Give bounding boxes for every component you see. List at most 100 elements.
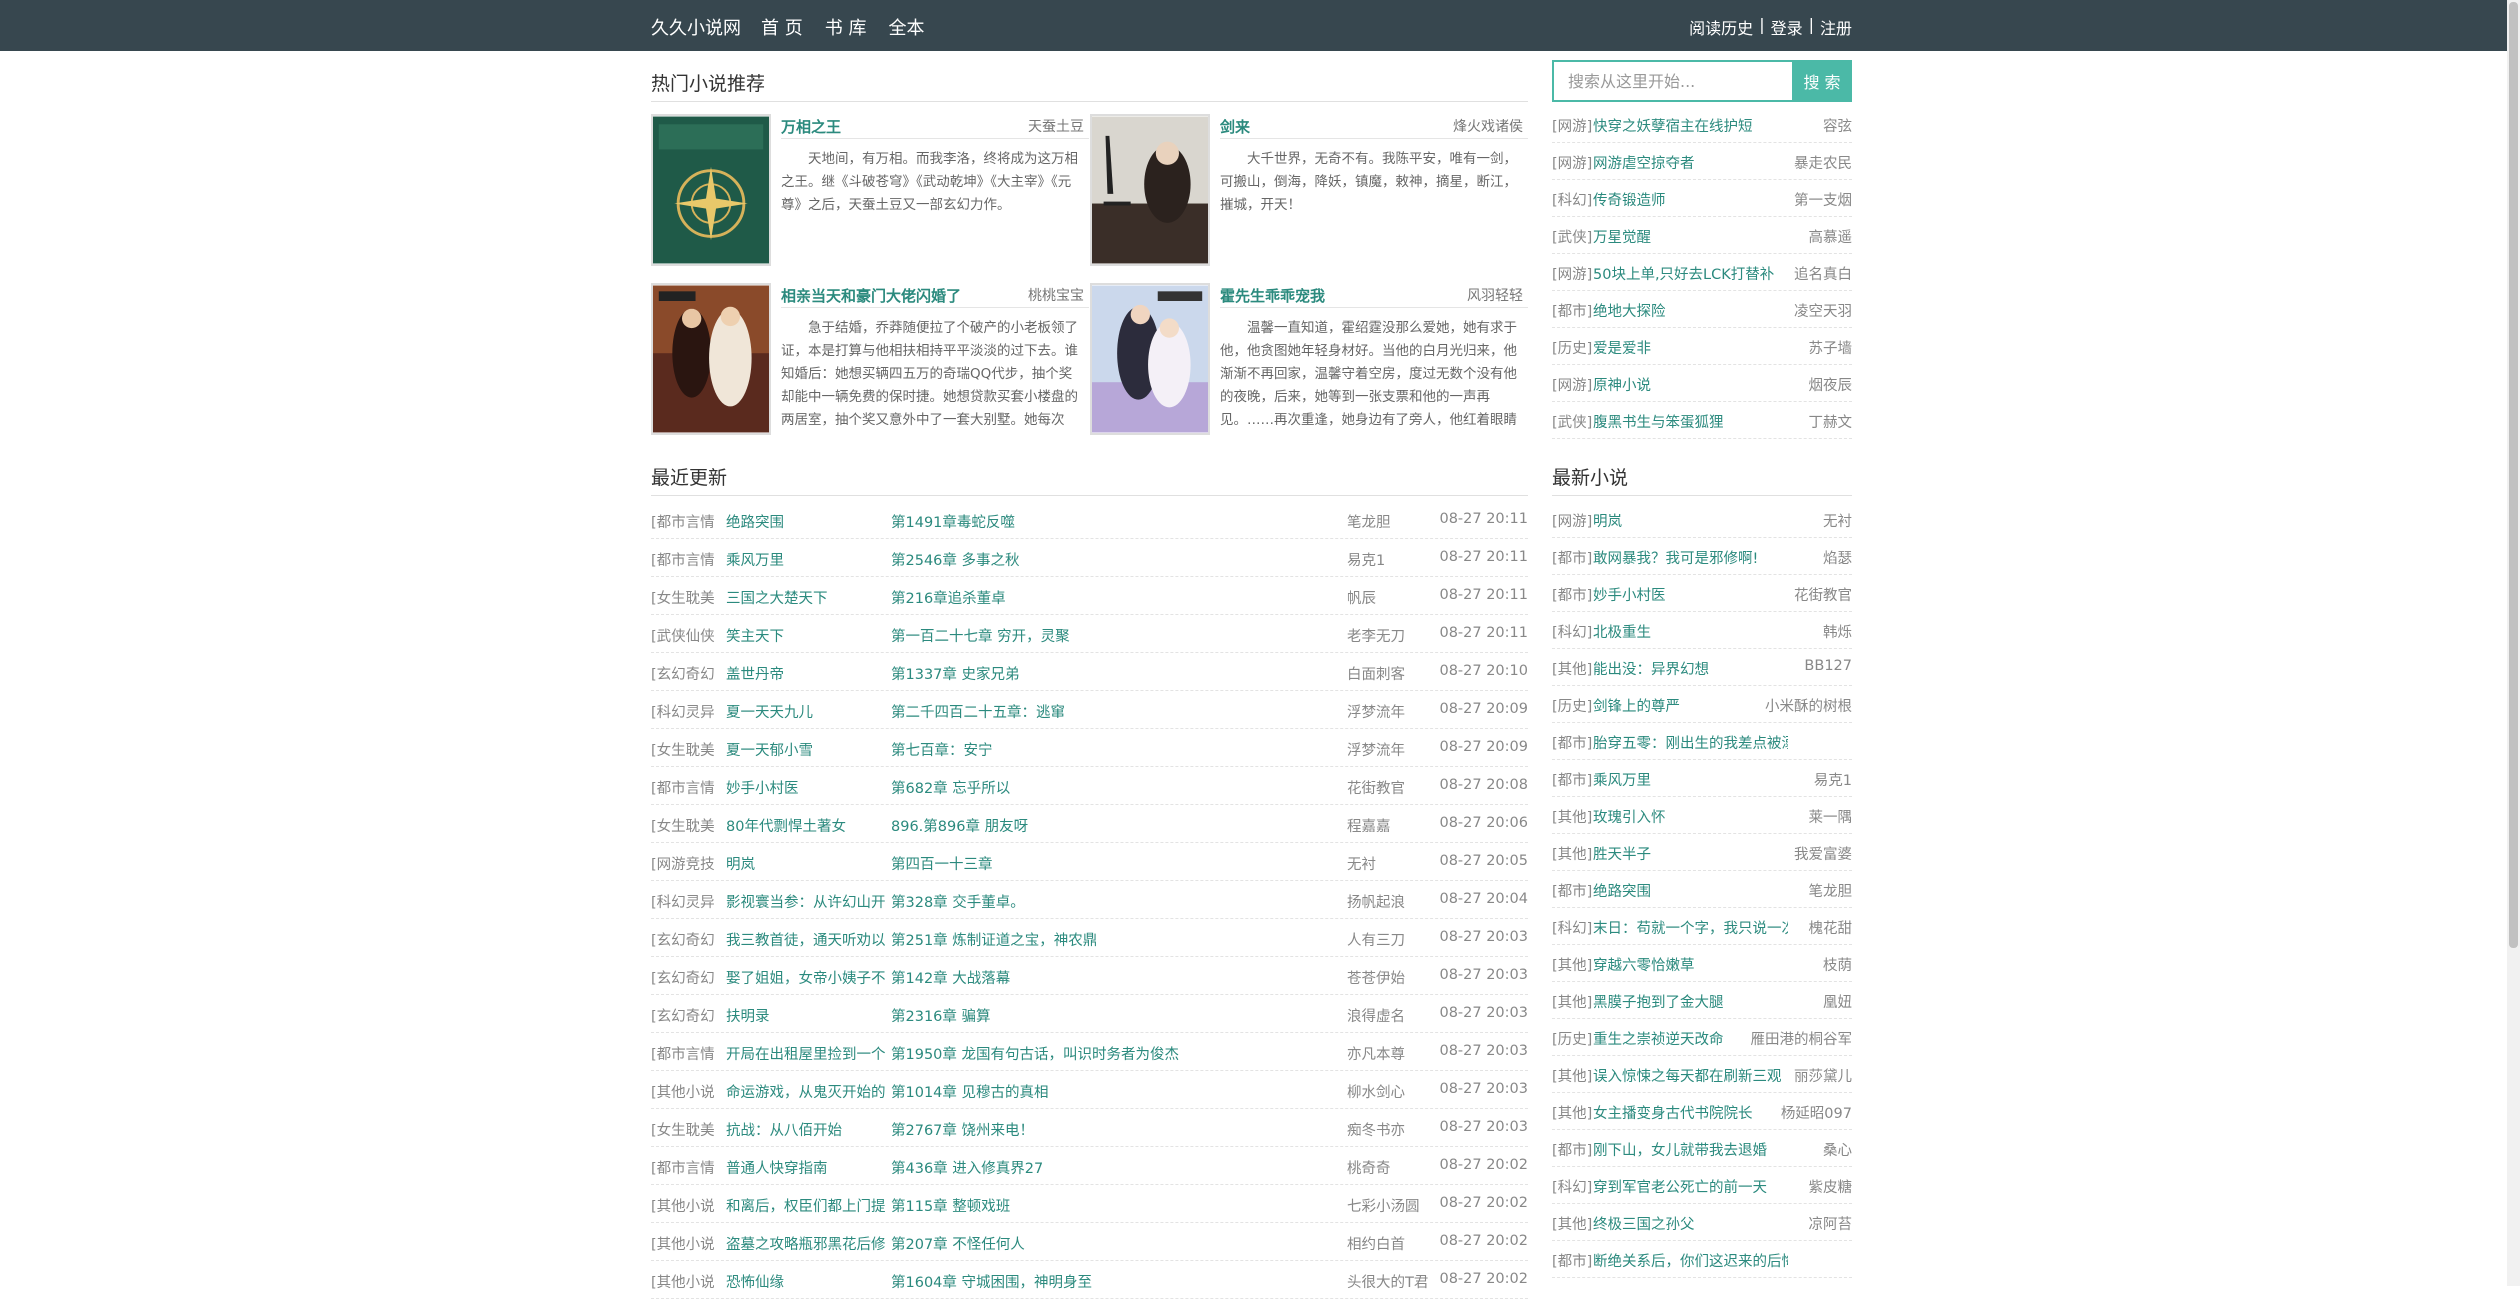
newest-book-title[interactable]: 明岚: [1593, 510, 1622, 531]
update-book-title[interactable]: 抗战：从八佰开始: [726, 1119, 891, 1140]
update-book-title[interactable]: 笑主天下: [726, 625, 891, 646]
update-chapter-link[interactable]: 第1491章毒蛇反噬: [891, 511, 1331, 532]
book-cover[interactable]: [651, 283, 771, 435]
update-book-title[interactable]: 扶明录: [726, 1005, 891, 1026]
newest-author: 凰妞: [1823, 995, 1852, 1011]
newest-book-title[interactable]: 敢网暴我？我可是邪修啊!: [1593, 547, 1758, 568]
newest-book-title[interactable]: 乘风万里: [1593, 769, 1651, 790]
update-chapter-link[interactable]: 第一百二十七章 穷开，灵聚: [891, 625, 1331, 646]
update-book-title[interactable]: 明岚: [726, 853, 891, 874]
update-time: 08-27 20:02: [1439, 1271, 1528, 1287]
update-book-title[interactable]: 乘风万里: [726, 549, 891, 570]
update-book-title[interactable]: 三国之大楚天下: [726, 587, 891, 608]
newest-book-title[interactable]: 北极重生: [1593, 621, 1651, 642]
update-author: 老李无刀: [1347, 629, 1405, 645]
update-time: 08-27 20:04: [1439, 891, 1528, 907]
update-chapter-link[interactable]: 第四百一十三章: [891, 853, 1331, 874]
update-book-title[interactable]: 夏一天天九儿: [726, 701, 891, 722]
newest-book-title[interactable]: 刚下山，女儿就带我去退婚: [1593, 1139, 1767, 1160]
update-book-title[interactable]: 和离后，权臣们都上门提: [726, 1195, 891, 1216]
update-chapter-link[interactable]: 第436章 进入修真界27: [891, 1157, 1331, 1178]
newest-book-title[interactable]: 绝路突围: [1593, 880, 1651, 901]
update-chapter-link[interactable]: 第2767章 饶州来电！: [891, 1119, 1331, 1140]
rank-book-title[interactable]: 快穿之妖孽宿主在线护短: [1593, 115, 1753, 136]
rank-book-title[interactable]: 绝地大探险: [1593, 300, 1666, 321]
update-chapter-link[interactable]: 第1014章 见穆古的真相: [891, 1081, 1331, 1102]
newest-book-title[interactable]: 胎穿五零：刚出生的我差点被溺毙: [1593, 732, 1788, 753]
book-title[interactable]: 相亲当天和豪门大佬闪婚了: [781, 285, 961, 306]
update-book-title[interactable]: 普通人快穿指南: [726, 1157, 891, 1178]
newest-book-title[interactable]: 玫瑰引入怀: [1593, 806, 1666, 827]
rank-author: 暴走农民: [1794, 156, 1852, 172]
update-book-title[interactable]: 影视寰当参：从许幻山开: [726, 891, 891, 912]
newest-book-title[interactable]: 黑膜子抱到了金大腿: [1593, 991, 1724, 1012]
site-brand[interactable]: 久久小说网: [651, 14, 741, 40]
newest-book-title[interactable]: 能出没：异界幻想: [1593, 658, 1709, 679]
update-book-title[interactable]: 80年代剽悍土著女: [726, 815, 891, 836]
update-chapter-link[interactable]: 第115章 整顿戏班: [891, 1195, 1331, 1216]
book-cover[interactable]: [1090, 283, 1210, 435]
rank-book-title[interactable]: 网游虐空掠夺者: [1593, 152, 1695, 173]
update-chapter-link[interactable]: 第207章 不怪任何人: [891, 1233, 1331, 1254]
search-input[interactable]: [1552, 60, 1792, 102]
book-title[interactable]: 万相之王: [781, 116, 841, 137]
book-title[interactable]: 霍先生乖乖宠我: [1220, 285, 1325, 306]
search-button[interactable]: 搜 索: [1792, 60, 1852, 102]
update-chapter-link[interactable]: 第251章 炼制证道之宝，神农鼎: [891, 929, 1331, 950]
newest-book-title[interactable]: 妙手小村医: [1593, 584, 1666, 605]
newest-book-title[interactable]: 穿到军官老公死亡的前一天: [1593, 1176, 1767, 1197]
newest-book-title[interactable]: 女主播变身古代书院院长: [1593, 1102, 1753, 1123]
newest-book-title[interactable]: 末日：苟就一个字，我只说一次: [1593, 917, 1788, 938]
update-row: [都市言情 开局在出租屋里捡到一个 第1950章 龙国有句古话，叫识时务者为俊杰 亦凡…: [651, 1033, 1528, 1071]
rank-book-title[interactable]: 传奇锻造师: [1593, 189, 1666, 210]
book-cover[interactable]: [1090, 114, 1210, 266]
rank-book-title[interactable]: 原神小说: [1593, 374, 1651, 395]
nav-home-link[interactable]: 首 页: [761, 14, 803, 40]
newest-book-title[interactable]: 胜天半子: [1593, 843, 1651, 864]
scrollbar-thumb[interactable]: [2509, 2, 2518, 948]
rank-book-title[interactable]: 万星觉醒: [1593, 226, 1651, 247]
rank-row: [都市] 绝地大探险 凌空天羽: [1552, 291, 1852, 328]
nav-completed-link[interactable]: 全本: [888, 14, 924, 40]
update-chapter-link[interactable]: 896.第896章 朋友呀: [891, 815, 1331, 836]
newest-author: 紫皮糖: [1808, 1180, 1853, 1196]
login-link[interactable]: 登录: [1771, 15, 1803, 39]
update-chapter-link[interactable]: 第七百章：安宁: [891, 739, 1331, 760]
update-chapter-link[interactable]: 第1950章 龙国有句古话，叫识时务者为俊杰: [891, 1043, 1331, 1064]
newest-book-title[interactable]: 终极三国之孙父: [1593, 1213, 1695, 1234]
update-chapter-link[interactable]: 第1337章 史家兄弟: [891, 663, 1331, 684]
newest-book-title[interactable]: 误入惊悚之每天都在刷新三观: [1593, 1065, 1782, 1086]
update-chapter-link[interactable]: 第216章追杀董卓: [891, 587, 1331, 608]
update-book-title[interactable]: 娶了姐姐，女帝小姨子不: [726, 967, 891, 988]
newest-book-title[interactable]: 剑锋上的尊严: [1593, 695, 1680, 716]
update-chapter-link[interactable]: 第328章 交手董卓。: [891, 891, 1331, 912]
rank-book-title[interactable]: 50块上单,只好去LCK打替补: [1593, 263, 1774, 284]
book-title[interactable]: 剑来: [1220, 116, 1250, 137]
update-chapter-link[interactable]: 第2316章 骗算: [891, 1005, 1331, 1026]
update-book-title[interactable]: 命运游戏，从鬼灭开始的: [726, 1081, 891, 1102]
update-chapter-link[interactable]: 第二千四百二十五章：逃窜: [891, 701, 1331, 722]
newest-book-title[interactable]: 穿越六零恰嫩草: [1593, 954, 1695, 975]
update-book-title[interactable]: 开局在出租屋里捡到一个: [726, 1043, 891, 1064]
update-book-title[interactable]: 盗墓之攻略瓶邪黑花后修: [726, 1233, 891, 1254]
register-link[interactable]: 注册: [1820, 15, 1852, 39]
page-scrollbar[interactable]: [2507, 0, 2520, 1286]
newest-book-title[interactable]: 重生之崇祯逆天改命: [1593, 1028, 1724, 1049]
update-chapter-link[interactable]: 第2546章 多事之秋: [891, 549, 1331, 570]
newest-book-title[interactable]: 断绝关系后，你们这迟来的后悔算什: [1593, 1250, 1788, 1271]
update-book-title[interactable]: 妙手小村医: [726, 777, 891, 798]
update-book-title[interactable]: 盖世丹帝: [726, 663, 891, 684]
update-book-title[interactable]: 我三教首徒，通天听劝以: [726, 929, 891, 950]
reading-history-link[interactable]: 阅读历史: [1689, 15, 1753, 39]
update-book-title[interactable]: 恐怖仙缘: [726, 1271, 891, 1292]
update-chapter-link[interactable]: 第682章 忘乎所以: [891, 777, 1331, 798]
book-cover[interactable]: [651, 114, 771, 266]
update-book-title[interactable]: 绝路突围: [726, 511, 891, 532]
update-book-title[interactable]: 夏一天郁小雪: [726, 739, 891, 760]
update-chapter-link[interactable]: 第1604章 守城困围，神明身至: [891, 1271, 1331, 1292]
nav-library-link[interactable]: 书 库: [825, 14, 867, 40]
rank-book-title[interactable]: 腹黑书生与笨蛋狐狸: [1593, 411, 1724, 432]
update-chapter-link[interactable]: 第142章 大战落幕: [891, 967, 1331, 988]
rank-book-title[interactable]: 爱是爱非: [1593, 337, 1651, 358]
update-category: [其他小说: [651, 1085, 715, 1101]
